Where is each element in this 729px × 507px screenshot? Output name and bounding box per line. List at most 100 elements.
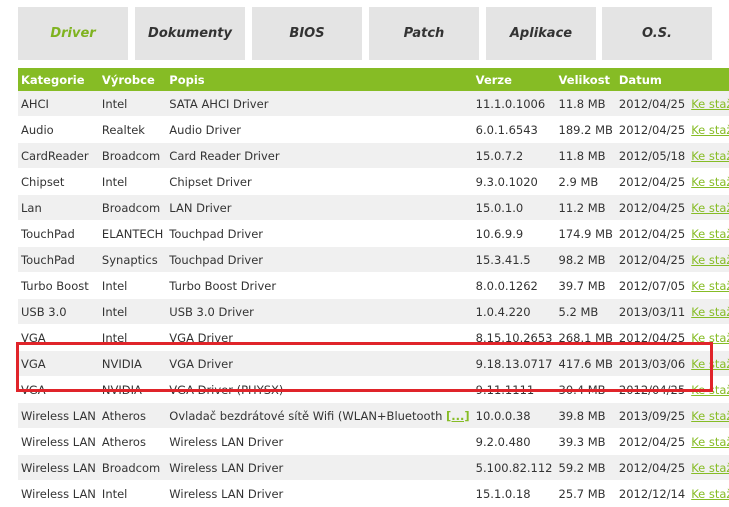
table-row: Chipset Intel Chipset Driver 9.3.0.1020 2.9 … xyxy=(18,168,729,195)
table-row: VGA NVIDIA VGA Driver (PHYSX) 9.11.1111 30.4… xyxy=(18,376,729,403)
cell-download: Ke stažení xyxy=(688,116,729,143)
cell-size: 417.6 MB xyxy=(555,350,616,377)
table-row: Wireless LAN Broadcom Wireless LAN Driver 5… xyxy=(18,454,729,481)
cell-download: Ke stažení xyxy=(688,376,729,403)
cell-category: VGA xyxy=(18,376,99,403)
driver-table: Kategorie Výrobce Popis Verze Velikost D… xyxy=(18,68,729,507)
download-link[interactable]: Ke stažení xyxy=(691,331,729,345)
cell-date: 2012/07/05 xyxy=(615,272,689,299)
column-header-popis[interactable]: Popis xyxy=(166,68,473,91)
cell-description: Touchpad Driver xyxy=(166,220,473,247)
cell-vendor: Intel xyxy=(98,91,167,117)
download-link[interactable]: Ke stažení xyxy=(691,461,729,475)
cell-size: 11.8 MB xyxy=(555,142,616,169)
cell-download: Ke stažení xyxy=(688,142,729,169)
cell-version: 15.0.1.0 xyxy=(472,194,556,221)
table-row: Lan Broadcom LAN Driver 15.0.1.0 11.2 MB 2012… xyxy=(18,194,729,221)
cell-version: 10.0.0.38 xyxy=(472,402,556,429)
download-link[interactable]: Ke stažení xyxy=(691,123,729,137)
cell-category: Wireless LAN xyxy=(18,428,99,455)
cell-vendor: Intel xyxy=(98,168,167,195)
cell-size: 59.2 MB xyxy=(555,454,616,481)
column-header-datum[interactable]: Datum xyxy=(615,68,689,91)
cell-category: Wireless LAN xyxy=(18,480,99,507)
cell-size: 39.7 MB xyxy=(555,272,616,299)
tab-os[interactable]: O.S. xyxy=(602,7,712,60)
cell-description: Wireless LAN Driver xyxy=(166,428,473,455)
cell-download: Ke stažení xyxy=(688,324,729,351)
cell-vendor: Broadcom xyxy=(98,454,167,481)
cell-version: 5.100.82.112 xyxy=(472,454,556,481)
download-link[interactable]: Ke stažení xyxy=(691,305,729,319)
cell-download: Ke stažení xyxy=(688,220,729,247)
tab-dokumenty[interactable]: Dokumenty xyxy=(135,7,245,60)
cell-download: Ke stažení xyxy=(688,480,729,507)
download-link[interactable]: Ke stažení xyxy=(691,357,729,371)
cell-date: 2012/12/14 xyxy=(615,480,689,507)
cell-category: Turbo Boost xyxy=(18,272,99,299)
table-row: CardReader Broadcom Card Reader Driver 15.0… xyxy=(18,142,729,169)
download-link[interactable]: Ke stažení xyxy=(691,175,729,189)
cell-vendor: NVIDIA xyxy=(98,376,167,403)
cell-download: Ke stažení xyxy=(688,168,729,195)
download-link[interactable]: Ke stažení xyxy=(691,201,729,215)
cell-version: 11.1.0.1006 xyxy=(472,91,556,117)
cell-vendor: Atheros xyxy=(98,402,167,429)
download-link[interactable]: Ke stažení xyxy=(691,149,729,163)
download-link[interactable]: Ke stažení xyxy=(691,435,729,449)
cell-date: 2012/04/25 xyxy=(615,91,689,117)
column-header-vyrobce[interactable]: Výrobce xyxy=(98,68,167,91)
table-row: AHCI Intel SATA AHCI Driver 11.1.0.1006 11.8… xyxy=(18,91,729,117)
cell-description: Wireless LAN Driver xyxy=(166,480,473,507)
cell-download: Ke stažení xyxy=(688,246,729,273)
cell-version: 10.6.9.9 xyxy=(472,220,556,247)
cell-vendor: Realtek xyxy=(98,116,167,143)
download-link[interactable]: Ke stažení xyxy=(691,253,729,267)
cell-description: Audio Driver xyxy=(166,116,473,143)
tab-patch[interactable]: Patch xyxy=(369,7,479,60)
download-link[interactable]: Ke stažení xyxy=(691,383,729,397)
download-link[interactable]: Ke stažení xyxy=(691,409,729,423)
column-header-velikost[interactable]: Velikost xyxy=(555,68,616,91)
cell-size: 2.9 MB xyxy=(555,168,616,195)
cell-version: 9.3.0.1020 xyxy=(472,168,556,195)
cell-description: Card Reader Driver xyxy=(166,142,473,169)
download-link[interactable]: Ke stažení xyxy=(691,227,729,241)
tab-bios[interactable]: BIOS xyxy=(252,7,362,60)
column-header-kategorie[interactable]: Kategorie xyxy=(18,68,99,91)
cell-size: 25.7 MB xyxy=(555,480,616,507)
tab-aplikace[interactable]: Aplikace xyxy=(486,7,596,60)
cell-vendor: Atheros xyxy=(98,428,167,455)
cell-size: 268.1 MB xyxy=(555,324,616,351)
cell-category: CardReader xyxy=(18,142,99,169)
cell-category: USB 3.0 xyxy=(18,298,99,325)
table-row: VGA NVIDIA VGA Driver 9.18.13.0717 417.6 MB 2… xyxy=(18,350,729,377)
download-link[interactable]: Ke stažení xyxy=(691,279,729,293)
cell-date: 2013/09/25 xyxy=(615,402,689,429)
cell-vendor: Intel xyxy=(98,324,167,351)
cell-category: VGA xyxy=(18,350,99,377)
tab-driver[interactable]: Driver xyxy=(18,7,128,60)
cell-version: 15.0.7.2 xyxy=(472,142,556,169)
cell-description: VGA Driver (PHYSX) xyxy=(166,376,473,403)
cell-description: Ovladač bezdrátové sítě Wifi (WLAN+Bluet… xyxy=(166,402,473,429)
more-link[interactable]: [...] xyxy=(446,409,470,423)
column-header-download xyxy=(688,68,729,91)
cell-date: 2012/04/25 xyxy=(615,324,689,351)
cell-size: 5.2 MB xyxy=(555,298,616,325)
cell-version: 15.1.0.18 xyxy=(472,480,556,507)
column-header-verze[interactable]: Verze xyxy=(472,68,556,91)
cell-description: Turbo Boost Driver xyxy=(166,272,473,299)
cell-version: 9.2.0.480 xyxy=(472,428,556,455)
tab-bar: Driver Dokumenty BIOS Patch Aplikace O.S… xyxy=(18,7,712,60)
cell-category: VGA xyxy=(18,324,99,351)
cell-version: 9.11.1111 xyxy=(472,376,556,403)
cell-date: 2012/04/25 xyxy=(615,220,689,247)
cell-vendor: ELANTECH xyxy=(98,220,167,247)
cell-download: Ke stažení xyxy=(688,350,729,377)
download-link[interactable]: Ke stažení xyxy=(691,97,729,111)
cell-date: 2013/03/06 xyxy=(615,350,689,377)
download-link[interactable]: Ke stažení xyxy=(691,487,729,501)
cell-date: 2012/04/25 xyxy=(615,376,689,403)
table-row: VGA Intel VGA Driver 8.15.10.2653 268.1 MB 20… xyxy=(18,324,729,351)
